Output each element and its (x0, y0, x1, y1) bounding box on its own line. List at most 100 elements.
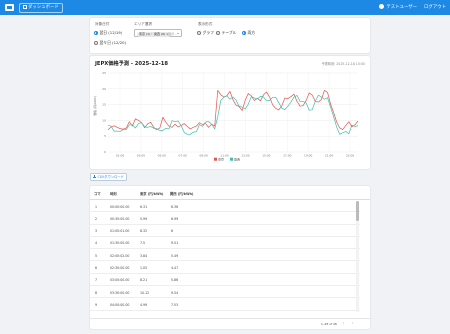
legend-label: 東京 (218, 157, 224, 162)
cell-kansai: 5.86 (171, 278, 179, 283)
user-area: テストユーザー ログアウト (379, 3, 446, 12)
x-tick-label: 05:00 (158, 154, 166, 158)
user-name: テストユーザー (386, 5, 418, 10)
date-label: 対象日付 (95, 22, 110, 26)
x-tick-label: 03:00 (137, 154, 145, 158)
dashboard-label: ダッシュボード (28, 5, 59, 10)
cell-kansai: 6.99 (171, 216, 179, 221)
col-header-slot[interactable]: コマ (94, 191, 101, 196)
cell-kansai: 6.36 (171, 204, 179, 209)
cell-tokyo: 10.12 (140, 290, 150, 295)
prev-page-icon[interactable]: ‹ (343, 321, 344, 325)
x-tick-label: 23:00 (346, 154, 354, 158)
cell-kansai: 5.49 (171, 253, 179, 258)
pagination-range: 1–48 of 48 (321, 322, 337, 326)
cell-time: 02:30:00.00 (110, 266, 130, 270)
cell-time: 03:30:00.00 (110, 290, 130, 295)
app-bar: ダッシュボード テストユーザー ログアウト (0, 0, 450, 15)
chart-card: 25 20 15 10 5 0 01:00 03:00 05:00 07:00 09:00 11:00… (90, 56, 370, 169)
logout-link[interactable]: ログアウト (424, 5, 446, 10)
display-option-label: グラフ (202, 30, 214, 35)
cell-kansai: 9.54 (171, 290, 179, 295)
cell-time: 04:00:00.00 (110, 302, 130, 307)
cell-slot: 4 (95, 241, 98, 246)
y-tick-label: 25 (102, 71, 106, 75)
cell-slot: 7 (95, 278, 98, 283)
dashboard-button[interactable]: ダッシュボード (19, 3, 63, 13)
scrollbar-thumb[interactable] (356, 201, 359, 221)
col-header-tokyo[interactable]: 東京 (円/kWh) (140, 191, 163, 196)
x-tick-label: 13:00 (241, 154, 249, 158)
x-tick-label: 15:00 (262, 154, 270, 158)
y-tick-label: 0 (104, 150, 106, 154)
col-header-time[interactable]: 時刻 (110, 191, 117, 196)
display-option-table[interactable]: テーブル (216, 30, 236, 36)
cell-tokyo: 3.84 (140, 253, 148, 258)
csv-download-button[interactable]: CSVダウンロード (90, 173, 127, 181)
radio-unchecked-icon (197, 30, 201, 35)
legend-swatch (230, 157, 233, 161)
cell-time: 01:00:01.00 (110, 229, 130, 234)
display-option-label: テーブル (221, 30, 237, 35)
y-tick-label: 15 (102, 103, 106, 107)
x-tick-label: 17:00 (283, 154, 291, 158)
date-option-label: 翌々日 (12/20) (99, 40, 127, 45)
display-option-graph[interactable]: グラフ (197, 30, 214, 36)
user-icon (379, 4, 385, 9)
radio-checked-icon (94, 30, 98, 35)
y-tick-label: 10 (102, 118, 106, 122)
cell-kansai: 6 (171, 229, 174, 234)
cell-kansai: 4.47 (171, 266, 179, 270)
col-header-kansai[interactable]: 関西 (円/kWh) (170, 191, 193, 196)
radio-checked-icon (242, 30, 246, 35)
date-option-label: 翌日 (12/19) (99, 30, 123, 35)
cell-slot: 9 (95, 302, 98, 307)
y-tick-label: 20 (102, 87, 106, 91)
radio-unchecked-icon (216, 30, 220, 35)
dashboard-icon (23, 4, 27, 9)
cell-tokyo: 8.21 (140, 278, 148, 283)
x-tick-label: 09:00 (199, 154, 207, 158)
table-row: 9 04:00:00.00 4.99 7.53 (90, 298, 360, 311)
cell-tokyo: 1.05 (140, 266, 148, 270)
x-tick-label: 07:00 (179, 154, 187, 158)
next-page-icon[interactable]: › (352, 321, 353, 325)
app-logo-icon (5, 4, 14, 11)
controls-panel: 対象日付 翌日 (12/19) 翌々日 (12/20) エリア選択 東京 (1)… (90, 18, 370, 53)
cell-kansai: 9.51 (171, 241, 179, 246)
y-axis-title: 価格 (円/kWh) (93, 96, 97, 116)
cell-slot: 1 (95, 204, 98, 209)
csv-download-label: CSVダウンロード (97, 175, 124, 179)
display-option-both[interactable]: 両方 (242, 30, 255, 36)
cell-tokyo: 7.5 (140, 241, 146, 246)
table-row: 3 01:00:01.00 8.32 6 (90, 225, 360, 237)
legend-swatch (214, 157, 217, 161)
display-option-label: 両方 (247, 30, 256, 35)
chart-timestamp: 予測時刻: 2025-12-18 10:00 (321, 62, 365, 66)
chart-title: JEPX価格予測 - 2025-12-18 (95, 61, 168, 67)
cell-slot: 2 (95, 216, 98, 221)
table-row: 5 02:00:02.00 3.84 5.49 (90, 249, 360, 262)
cell-slot: 8 (95, 290, 98, 295)
cell-slot: 3 (95, 229, 98, 234)
cell-tokyo: 8.32 (140, 229, 148, 234)
table-pagination: 1–48 of 48 ‹ › (90, 318, 370, 328)
table-row: 1 00:00:00.00 6.31 6.36 (90, 200, 360, 213)
data-table: コマ 時刻 東京 (円/kWh) 関西 (円/kWh) 1 00:00:00.00… (90, 186, 370, 329)
chevron-down-icon[interactable] (177, 32, 179, 34)
cell-kansai: 7.53 (171, 302, 179, 307)
legend-label: 関西 (234, 157, 240, 162)
cell-time: 00:00:00.00 (110, 204, 130, 209)
cell-tokyo: 5.99 (140, 216, 148, 221)
x-tick-label: 01:00 (116, 154, 124, 158)
date-option-day-after[interactable]: 翌々日 (12/20) (94, 40, 126, 46)
x-tick-label: 19:00 (304, 154, 312, 158)
display-label: 表示形式 (198, 22, 213, 26)
table-scrollbar[interactable] (356, 201, 359, 312)
date-option-tomorrow[interactable]: 翌日 (12/19) (94, 30, 122, 36)
area-select[interactable]: 東京 (1) × 関西 (6) × 選択... (134, 29, 182, 37)
table-row: 4 01:30:00.00 7.5 9.51 (90, 237, 360, 250)
cell-tokyo: 6.31 (140, 204, 148, 209)
area-placeholder: 選択... (168, 31, 178, 36)
cell-slot: 5 (95, 253, 98, 258)
